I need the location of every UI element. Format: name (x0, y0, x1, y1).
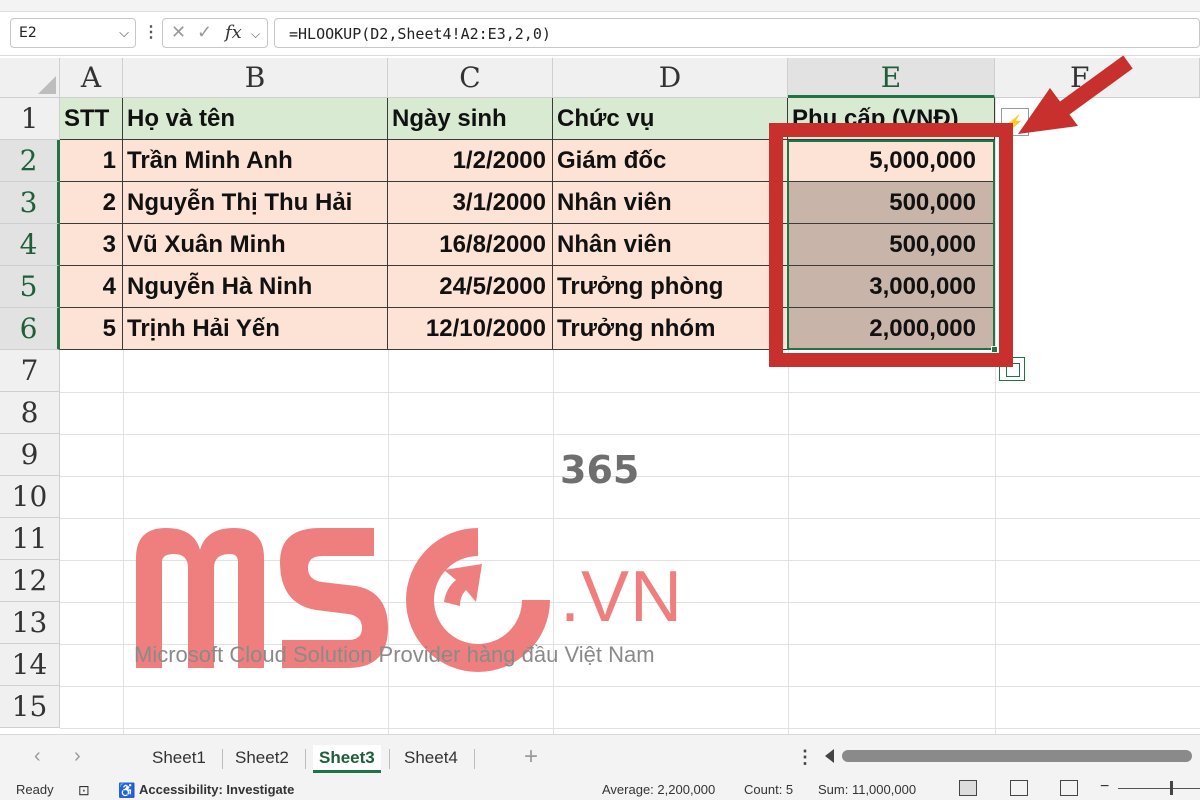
tab-separator (222, 749, 223, 769)
table-cell[interactable]: 3/1/2000 (388, 182, 553, 224)
tab-sheet1[interactable]: Sheet1 (146, 745, 212, 773)
gridline (60, 392, 1200, 393)
table-cell[interactable]: 3 (60, 224, 123, 266)
formula-input[interactable]: =HLOOKUP(D2,Sheet4!A2:E3,2,0) (274, 18, 1200, 48)
header-position[interactable]: Chức vụ (553, 98, 788, 140)
formula-text: =HLOOKUP(D2,Sheet4!A2:E3,2,0) (289, 25, 551, 43)
cancel-icon[interactable]: ✕ (171, 22, 186, 43)
select-all-corner[interactable] (0, 58, 60, 98)
column-header-c[interactable]: C (388, 58, 553, 98)
status-average[interactable]: Average: 2,200,000 (602, 782, 715, 797)
table-cell[interactable]: Nhân viên (553, 224, 788, 266)
table-cell[interactable]: Trịnh Hải Yến (123, 308, 388, 350)
row-header-15[interactable]: 15 (0, 686, 60, 728)
table-cell[interactable]: Trần Minh Anh (123, 140, 388, 182)
table-cell[interactable]: Giám đốc (553, 140, 788, 182)
table-cell[interactable]: 5 (60, 308, 123, 350)
tab-sheet2[interactable]: Sheet2 (229, 745, 295, 773)
row-header-14[interactable]: 14 (0, 644, 60, 686)
chevron-down-icon[interactable]: ⌵ (251, 27, 260, 42)
table-cell[interactable]: Vũ Xuân Minh (123, 224, 388, 266)
more-options-icon[interactable]: ⋮ (143, 22, 159, 42)
table-cell[interactable]: 2 (60, 182, 123, 224)
accessibility-status[interactable]: Accessibility: Investigate (139, 782, 294, 797)
table-cell[interactable]: 4 (60, 266, 123, 308)
more-options-icon[interactable]: ⋮ (796, 747, 814, 768)
add-sheet-button[interactable]: + (524, 743, 538, 771)
zoom-slider-thumb[interactable] (1170, 781, 1173, 795)
column-header-f[interactable]: F (995, 58, 1200, 98)
tab-separator (474, 749, 475, 769)
row-header-4[interactable]: 4 (0, 224, 60, 266)
mso-suffix-text: 365 (560, 448, 640, 492)
sheet-tab-bar: ‹ › Sheet1 Sheet2 Sheet3 Sheet4 + ⋮ (0, 734, 1200, 778)
header-stt[interactable]: STT (60, 98, 123, 140)
status-sum[interactable]: Sum: 11,000,000 (818, 782, 916, 797)
chevron-down-icon[interactable]: ⌵ (119, 25, 129, 41)
table-cell[interactable]: Nhân viên (553, 182, 788, 224)
normal-view-icon[interactable] (959, 780, 977, 796)
table-cell[interactable]: 1/2/2000 (388, 140, 553, 182)
table-cell[interactable]: Nguyễn Hà Ninh (123, 266, 388, 308)
mso-tagline: Microsoft Cloud Solution Provider hàng đ… (134, 642, 655, 667)
row-header-13[interactable]: 13 (0, 602, 60, 644)
status-bar: Ready ⊡ ♿ Accessibility: Investigate Ave… (0, 778, 1200, 800)
spreadsheet-grid[interactable]: A B C D E F 1 2 3 4 5 6 7 8 9 10 11 12 1… (0, 58, 1200, 734)
tab-sheet3[interactable]: Sheet3 (313, 745, 381, 773)
mso-domain-text: .VN (560, 557, 684, 637)
table-cell[interactable]: Trưởng nhóm (553, 308, 788, 350)
zoom-out-icon[interactable]: − (1100, 778, 1109, 796)
name-box[interactable]: E2 ⌵ (10, 18, 136, 48)
annotation-highlight-box (769, 123, 1013, 367)
name-box-value: E2 (19, 25, 37, 41)
table-cell[interactable]: 12/10/2000 (388, 308, 553, 350)
column-header-b[interactable]: B (123, 58, 388, 98)
formula-bar: E2 ⌵ ⋮ ✕ ✓ fx ⌵ =HLOOKUP(D2,Sheet4!A2:E3… (0, 12, 1200, 56)
macro-recorder-icon[interactable]: ⊡ (78, 782, 90, 799)
row-header-2[interactable]: 2 (0, 140, 60, 182)
page-layout-icon[interactable] (1010, 780, 1028, 796)
row-header-9[interactable]: 9 (0, 434, 60, 476)
page-break-preview-icon[interactable] (1060, 780, 1078, 796)
status-count[interactable]: Count: 5 (744, 782, 793, 797)
table-cell[interactable]: Nguyễn Thị Thu Hải (123, 182, 388, 224)
tab-separator (389, 749, 390, 769)
insert-function-icon[interactable]: fx (225, 22, 242, 43)
row-header-6[interactable]: 6 (0, 308, 60, 350)
row-header-5[interactable]: 5 (0, 266, 60, 308)
table-cell[interactable]: 1 (60, 140, 123, 182)
gridline (60, 434, 1200, 435)
tab-separator (305, 749, 306, 769)
chevron-left-icon[interactable]: ‹ (34, 745, 41, 768)
header-birth-date[interactable]: Ngày sinh (388, 98, 553, 140)
accessibility-icon[interactable]: ♿ (118, 782, 135, 799)
scroll-left-icon[interactable] (825, 749, 834, 763)
column-header-e[interactable]: E (788, 58, 995, 98)
gridline (60, 686, 1200, 687)
chevron-right-icon[interactable]: › (74, 745, 81, 768)
check-icon[interactable]: ✓ (197, 22, 212, 43)
row-header-8[interactable]: 8 (0, 392, 60, 434)
row-header-7[interactable]: 7 (0, 350, 60, 392)
title-strip (0, 0, 1200, 12)
zoom-slider[interactable] (1118, 788, 1200, 789)
formula-actions: ✕ ✓ fx ⌵ (162, 18, 268, 48)
horizontal-scrollbar[interactable] (842, 750, 1192, 762)
column-header-d[interactable]: D (553, 58, 788, 98)
row-header-11[interactable]: 11 (0, 518, 60, 560)
gridline (60, 728, 1200, 729)
row-header-1[interactable]: 1 (0, 98, 60, 140)
row-header-12[interactable]: 12 (0, 560, 60, 602)
table-cell[interactable]: 16/8/2000 (388, 224, 553, 266)
column-header-a[interactable]: A (60, 58, 123, 98)
tab-sheet4[interactable]: Sheet4 (398, 745, 464, 773)
row-header-3[interactable]: 3 (0, 182, 60, 224)
status-ready: Ready (16, 782, 54, 797)
header-full-name[interactable]: Họ và tên (123, 98, 388, 140)
row-header-10[interactable]: 10 (0, 476, 60, 518)
table-cell[interactable]: Trưởng phòng (553, 266, 788, 308)
table-cell[interactable]: 24/5/2000 (388, 266, 553, 308)
